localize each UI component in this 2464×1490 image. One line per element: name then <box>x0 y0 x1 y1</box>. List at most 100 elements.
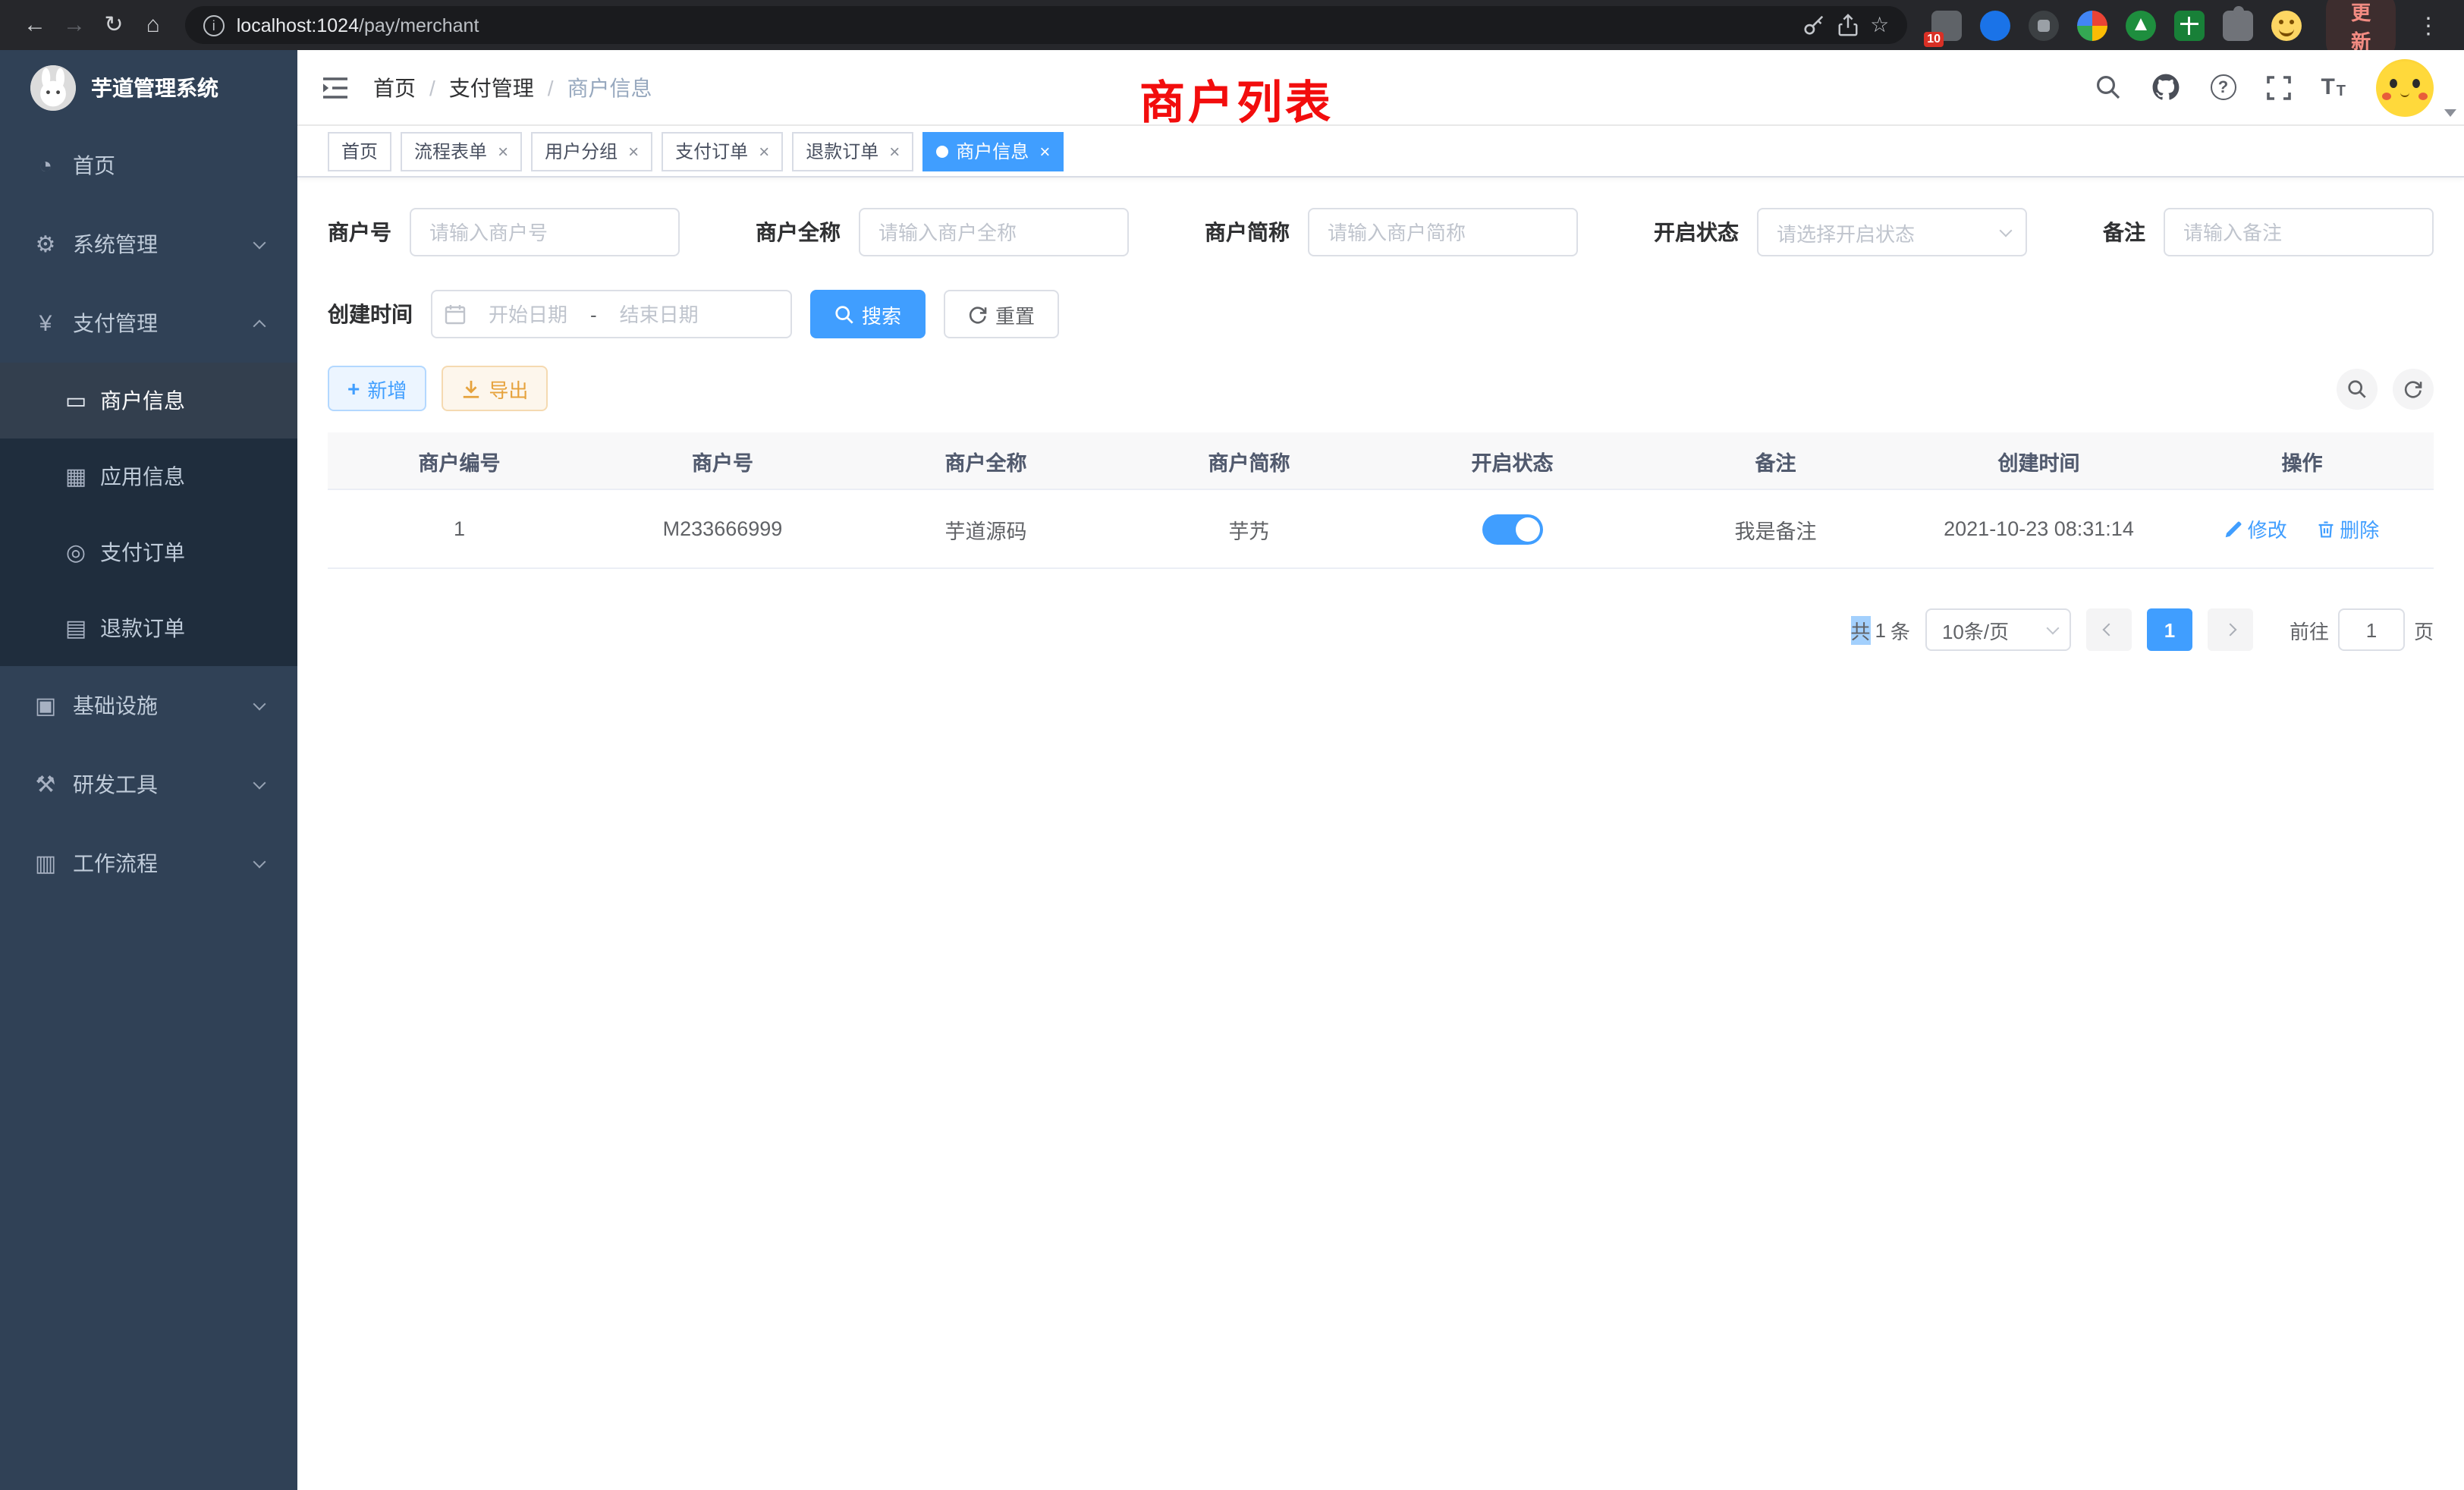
prev-page-button[interactable] <box>2086 608 2132 651</box>
merchant-table: 商户编号 商户号 商户全称 商户简称 开启状态 备注 创建时间 操作 1 M23… <box>328 432 2434 569</box>
sidebar-item-dev-tools[interactable]: ⚒ 研发工具 <box>0 745 297 824</box>
end-date-input[interactable] <box>603 301 715 327</box>
fullscreen-icon[interactable] <box>2266 75 2290 99</box>
add-button[interactable]: + 新增 <box>328 366 426 411</box>
avatar[interactable] <box>2376 58 2434 116</box>
extension-badge: 10 <box>1924 31 1944 46</box>
extension-icon-green-circle[interactable] <box>2126 10 2156 40</box>
annotation-merchant-list: 商户列表 <box>1139 65 1334 132</box>
tab-pay-order[interactable]: 支付订单 × <box>662 131 783 171</box>
sidebar-item-home[interactable]: ◔ 首页 <box>0 126 297 205</box>
sidebar-item-app-info[interactable]: ▦ 应用信息 <box>0 439 297 514</box>
breadcrumb-home[interactable]: 首页 <box>373 72 416 102</box>
back-icon[interactable]: ← <box>15 5 55 45</box>
extension-icon-puzzle[interactable] <box>2223 10 2253 40</box>
column-header: 商户全称 <box>854 445 1117 476</box>
extension-icon-colorful[interactable] <box>2077 10 2107 40</box>
page-size-select[interactable]: 10条/页 <box>1925 608 2071 651</box>
close-icon[interactable]: × <box>628 142 639 160</box>
share-icon[interactable] <box>1837 14 1858 36</box>
delete-button[interactable]: 删除 <box>2317 514 2379 543</box>
total-suffix: 条 <box>1890 615 1910 644</box>
pen-icon <box>2225 520 2243 538</box>
trash-icon <box>2317 520 2335 538</box>
password-key-icon[interactable] <box>1802 14 1824 36</box>
short-name-input[interactable] <box>1308 208 1578 256</box>
merchant-no-input[interactable] <box>410 208 680 256</box>
tab-process-form[interactable]: 流程表单 × <box>401 131 522 171</box>
select-placeholder: 请选择开启状态 <box>1777 218 1915 247</box>
refresh-table-icon[interactable] <box>2393 368 2434 409</box>
close-icon[interactable]: × <box>759 142 769 160</box>
sidebar-item-pay-order[interactable]: ◎ 支付订单 <box>0 514 297 590</box>
reset-button[interactable]: 重置 <box>944 290 1059 338</box>
github-icon[interactable] <box>2151 73 2180 102</box>
app-logo[interactable]: 芋道管理系统 <box>0 50 297 126</box>
sidebar-item-label: 基础设施 <box>73 690 158 721</box>
column-header: 创建时间 <box>1907 445 2170 476</box>
full-name-input[interactable] <box>859 208 1129 256</box>
search-icon[interactable] <box>2095 74 2120 100</box>
calendar-icon <box>445 303 466 325</box>
next-page-button[interactable] <box>2208 608 2253 651</box>
status-select[interactable]: 请选择开启状态 <box>1757 208 2027 256</box>
browser-toolbar: ← → ↻ ⌂ i localhost:1024/pay/merchant ☆ … <box>0 0 2464 50</box>
filter-full-name: 商户全称 <box>756 208 1129 256</box>
goto-label: 前往 <box>2290 615 2329 644</box>
breadcrumb-separator: / <box>548 75 554 99</box>
reload-icon[interactable]: ↻ <box>94 5 134 45</box>
url-bar[interactable]: i localhost:1024/pay/merchant ☆ <box>185 6 1907 44</box>
page-1-button[interactable]: 1 <box>2147 608 2192 651</box>
font-size-icon[interactable]: TT <box>2321 74 2346 100</box>
sidebar-item-system[interactable]: ⚙ 系统管理 <box>0 205 297 284</box>
browser-menu-icon[interactable]: ⋮ <box>2408 10 2449 40</box>
toggle-search-icon[interactable] <box>2337 368 2378 409</box>
extension-icon-dark[interactable] <box>2029 10 2059 40</box>
help-icon[interactable]: ? <box>2210 74 2236 100</box>
sidebar-item-payment[interactable]: ¥ 支付管理 <box>0 284 297 363</box>
tab-refund-order[interactable]: 退款订单 × <box>792 131 913 171</box>
close-icon[interactable]: × <box>889 142 900 160</box>
tab-merchant-info[interactable]: 商户信息 × <box>922 131 1064 171</box>
sidebar-fold-icon[interactable] <box>322 75 349 99</box>
site-info-icon[interactable]: i <box>203 14 225 36</box>
sidebar-item-infrastructure[interactable]: ▣ 基础设施 <box>0 666 297 745</box>
card-icon: ▭ <box>64 389 88 412</box>
forward-icon[interactable]: → <box>55 5 94 45</box>
pagination-goto: 前往 页 <box>2290 608 2434 651</box>
extension-icon-green-square[interactable] <box>2174 10 2205 40</box>
extension-icon-blue[interactable] <box>1980 10 2010 40</box>
home-icon[interactable]: ⌂ <box>134 5 173 45</box>
sidebar-item-workflow[interactable]: ▥ 工作流程 <box>0 824 297 903</box>
export-button[interactable]: 导出 <box>442 366 548 411</box>
tab-label: 首页 <box>341 138 378 164</box>
status-toggle[interactable] <box>1482 514 1543 544</box>
extension-icon-badged[interactable]: 10 <box>1931 10 1962 40</box>
extension-icon-smiley[interactable] <box>2271 10 2302 40</box>
sidebar-item-refund-order[interactable]: ▤ 退款订单 <box>0 590 297 666</box>
refresh-icon <box>968 304 988 324</box>
sidebar: 芋道管理系统 ◔ 首页 ⚙ 系统管理 ¥ 支付管理 <box>0 50 297 1490</box>
date-separator: - <box>590 303 597 325</box>
tab-home[interactable]: 首页 <box>328 131 391 171</box>
dashboard-icon: ◔ <box>33 154 58 177</box>
user-menu-caret-icon[interactable] <box>2444 109 2456 117</box>
search-button[interactable]: 搜索 <box>810 290 926 338</box>
sidebar-item-label: 首页 <box>73 150 115 181</box>
breadcrumb-payment[interactable]: 支付管理 <box>449 72 534 102</box>
navbar-actions: ? TT <box>2095 58 2434 116</box>
date-range-picker[interactable]: - <box>431 290 792 338</box>
tab-user-group[interactable]: 用户分组 × <box>531 131 652 171</box>
close-icon[interactable]: × <box>498 142 508 160</box>
sidebar-item-merchant-info[interactable]: ▭ 商户信息 <box>0 363 297 439</box>
button-label: 重置 <box>995 300 1035 328</box>
edit-button[interactable]: 修改 <box>2225 514 2287 543</box>
column-header: 商户编号 <box>328 445 591 476</box>
remark-input[interactable] <box>2164 208 2434 256</box>
start-date-input[interactable] <box>472 301 584 327</box>
close-icon[interactable]: × <box>1039 142 1050 160</box>
chevron-down-icon <box>2000 224 2013 237</box>
goto-page-input[interactable] <box>2338 608 2405 651</box>
bookmark-star-icon[interactable]: ☆ <box>1870 12 1889 38</box>
flow-icon: ▥ <box>33 852 58 875</box>
